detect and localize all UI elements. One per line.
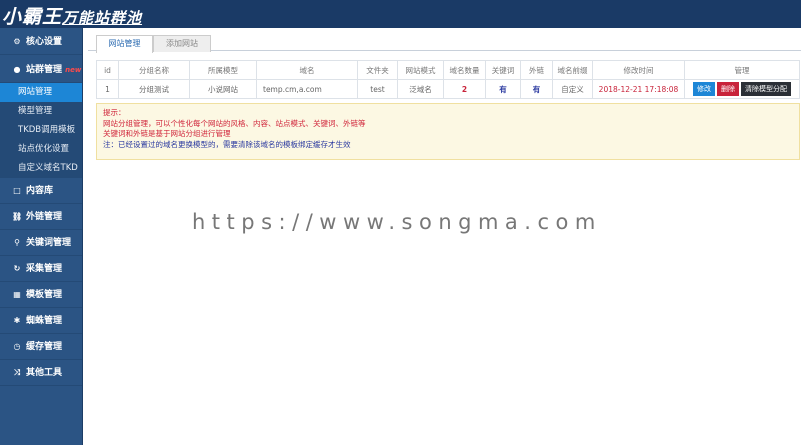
cell-keywords[interactable]: 有: [485, 79, 521, 99]
notice-line: 关键词和外链是基于网站分组进行管理: [103, 129, 231, 138]
section-icon: ⚲: [14, 238, 20, 247]
cell-folder: test: [357, 79, 398, 99]
section-icon: ✱: [13, 316, 21, 325]
column-header: 管理: [684, 60, 800, 80]
delete-button[interactable]: 删除: [717, 82, 739, 96]
sidebar-item-model-manage[interactable]: 模型管理: [0, 102, 82, 121]
notice-line: 网站分组管理，可以个性化每个网站的风格、内容、站点模式、关键词、外链等: [103, 118, 366, 128]
column-header: 文件夹: [357, 60, 398, 80]
column-header: id: [96, 60, 119, 80]
notice-title: 提示：: [103, 108, 126, 117]
clear-model-button[interactable]: 清除模型分配: [741, 82, 791, 96]
cell-model: 小说网站: [189, 79, 257, 99]
sidebar-item-core-settings[interactable]: ⚙ 核心设置: [0, 28, 82, 55]
column-header: 修改时间: [592, 60, 685, 80]
cell-links[interactable]: 有: [520, 79, 553, 99]
watermark: https://www.songma.com: [192, 210, 602, 234]
column-header: 域名数量: [443, 60, 486, 80]
cell-actions: 修改 删除 清除模型分配: [684, 79, 800, 99]
section-label: 其他工具: [26, 368, 63, 378]
tab-add-site[interactable]: 添加网站: [153, 35, 211, 52]
table-row: 1 分组测试 小说网站 temp.cm,a.com test 泛域名 2 有 有…: [96, 79, 800, 99]
column-header: 域名: [256, 60, 358, 80]
section-icon: ⤨: [13, 368, 21, 377]
column-header: 所属模型: [189, 60, 257, 80]
section-icon: ↻: [13, 264, 21, 273]
user-icon: ●: [13, 65, 21, 74]
sidebar-section[interactable]: ⤨ 其他工具: [0, 360, 82, 386]
section-icon: □: [13, 186, 21, 195]
sidebar-section[interactable]: ✱ 蜘蛛管理: [0, 308, 82, 334]
section-icon: ⛓: [12, 212, 23, 221]
table-header: id 分组名称 所属模型 域名 文件夹 网站模式 域名数量 关键词 外链 域名前缀 修改时间 管理: [96, 60, 800, 80]
column-header: 关键词: [485, 60, 521, 80]
sidebar-item-tkdb-template[interactable]: TKDB调用模板: [0, 121, 82, 140]
column-header: 域名前缀: [552, 60, 593, 80]
section-icon: ◷: [13, 342, 21, 351]
notice-box: 提示： 网站分组管理，可以个性化每个网站的风格、内容、站点模式、关键词、外链等 …: [96, 103, 800, 160]
cell-mode: 泛域名: [397, 79, 444, 99]
cell-id: 1: [96, 79, 119, 99]
sidebar-item-site-manage[interactable]: 网站管理: [0, 83, 82, 102]
cell-name: 分组测试: [118, 79, 190, 99]
tab-bar: 网站管理 添加网站: [88, 34, 801, 53]
cell-count[interactable]: 2: [443, 79, 486, 99]
cell-time: 2018-12-21 17:18:08: [592, 79, 685, 99]
edit-button[interactable]: 修改: [693, 82, 715, 96]
new-badge: new: [65, 66, 82, 74]
sidebar-item-custom-tkd[interactable]: 自定义域名TKD: [0, 159, 82, 178]
section-label: 采集管理: [26, 264, 63, 274]
site-table: id 分组名称 所属模型 域名 文件夹 网站模式 域名数量 关键词 外链 域名前缀 修改时间 管理 1…: [96, 60, 800, 99]
sidebar-item-site-group[interactable]: ● 站群管理 new: [0, 55, 82, 83]
section-label: 内容库: [26, 186, 54, 196]
section-label: 模板管理: [26, 290, 63, 300]
sidebar-section[interactable]: ⛓ 外链管理: [0, 204, 82, 230]
section-label: 关键词管理: [26, 238, 72, 248]
section-label: 缓存管理: [26, 342, 63, 352]
sidebar-item-site-optimize[interactable]: 站点优化设置: [0, 140, 82, 159]
column-header: 外链: [520, 60, 553, 80]
logo: 小霸王万能站群池: [2, 6, 143, 28]
tab-site-manage[interactable]: 网站管理: [96, 35, 153, 53]
column-header: 分组名称: [118, 60, 190, 80]
section-icon: ▦: [13, 290, 21, 299]
sidebar-section[interactable]: □ 内容库: [0, 178, 82, 204]
sidebar-section[interactable]: ⚲ 关键词管理: [0, 230, 82, 256]
sidebar-section[interactable]: ▦ 模板管理: [0, 282, 82, 308]
sidebar: ⚙ 核心设置 ● 站群管理 new 网站管理 模型管理 TKDB调用模板 站点优化设…: [0, 28, 83, 445]
sidebar-section[interactable]: ◷ 缓存管理: [0, 334, 82, 360]
column-header: 网站模式: [397, 60, 444, 80]
notice-note: 注：已经设置过的域名更换模型的，需要清除该域名的模板绑定缓存才生效: [103, 139, 351, 149]
cell-domain: temp.cm,a.com: [256, 79, 358, 99]
sidebar-section[interactable]: ↻ 采集管理: [0, 256, 82, 282]
section-label: 蜘蛛管理: [26, 316, 63, 326]
section-label: 外链管理: [26, 212, 63, 222]
cell-prefix: 自定义: [552, 79, 593, 99]
gear-icon: ⚙: [13, 37, 21, 46]
header: 小霸王万能站群池: [0, 0, 801, 28]
